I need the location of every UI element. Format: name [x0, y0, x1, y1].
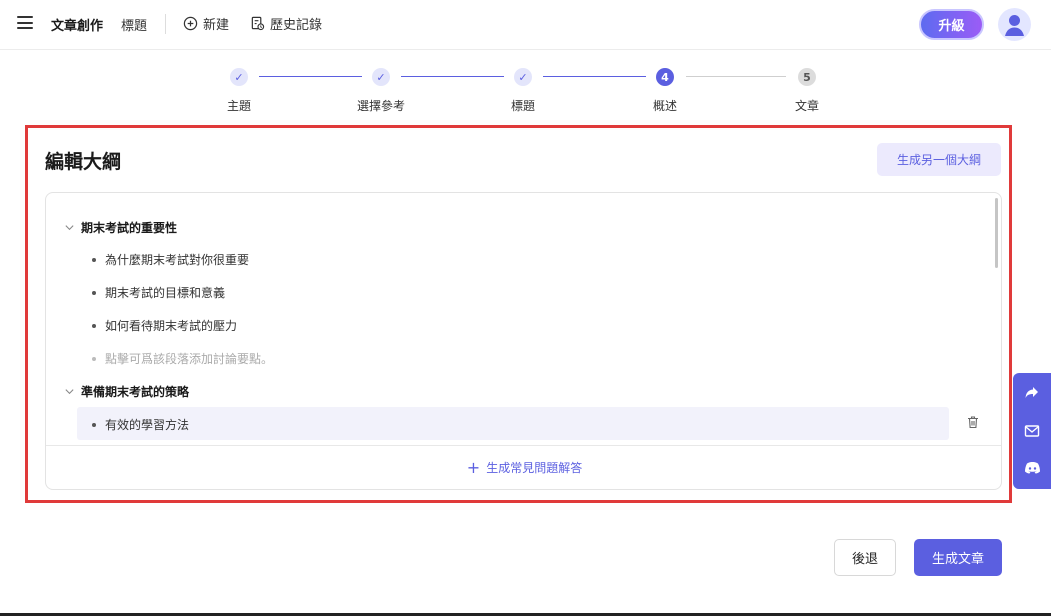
add-point-hint-text: 點擊可爲該段落添加討論要點。	[105, 352, 274, 366]
outline-point[interactable]: 期末考試的目標和意義	[92, 284, 225, 301]
step-5-label: 文章	[794, 99, 819, 113]
history-button[interactable]: 歷史記錄	[250, 14, 322, 33]
new-button-label: 新建	[203, 18, 230, 33]
app-title: 文章創作	[51, 19, 104, 34]
bullet-dot	[92, 290, 96, 295]
page-title: 編輯大綱	[45, 151, 122, 173]
floating-action-rail	[1013, 373, 1051, 489]
discord-icon[interactable]	[1023, 459, 1041, 477]
back-button[interactable]: 後退	[834, 539, 896, 576]
history-button-label: 歷史記錄	[270, 18, 323, 33]
generate-faq-label: 生成常見問題解答	[486, 461, 583, 475]
section-heading-text: 期末考試的重要性	[81, 221, 178, 235]
outline-point-text: 為什麼期末考試對你很重要	[105, 253, 250, 267]
scrollbar[interactable]	[995, 198, 998, 268]
breadcrumb-title[interactable]: 標題	[121, 15, 147, 34]
trash-icon[interactable]	[966, 415, 980, 433]
add-point-placeholder[interactable]: 點擊可爲該段落添加討論要點。	[92, 350, 273, 367]
outline-point[interactable]: 如何看待期末考試的壓力	[92, 317, 237, 334]
step-1-check-icon: ✓	[230, 68, 248, 86]
step-4-number: 4	[656, 68, 674, 86]
plus-circle-icon	[183, 16, 198, 31]
top-bar: 文章創作 標題 新建 歷史記錄 升級	[0, 0, 1051, 50]
bullet-dot	[92, 422, 96, 427]
section-heading-text: 準備期末考試的策略	[81, 385, 190, 399]
generate-article-button[interactable]: 生成文章	[914, 539, 1002, 576]
header-divider	[165, 14, 166, 34]
outline-editor: 期末考試的重要性 為什麼期末考試對你很重要 期末考試的目標和意義 如何看待期末考…	[45, 192, 1002, 490]
plus-icon: +	[466, 458, 481, 477]
upgrade-button[interactable]: 升級	[919, 9, 984, 40]
step-connector	[259, 76, 362, 77]
step-2-check-icon: ✓	[372, 68, 390, 86]
history-doc-icon	[250, 16, 265, 31]
section-heading[interactable]: 期末考試的重要性	[64, 219, 177, 236]
step-connector	[543, 76, 646, 77]
outline-point[interactable]: 有效的學習方法	[92, 416, 189, 433]
progress-stepper: ✓ ✓ ✓ 4 5 主題 選擇參考 標題 概述 文章	[0, 60, 1051, 120]
step-2-label: 選擇參考	[356, 99, 405, 113]
chevron-down-icon[interactable]	[64, 386, 75, 397]
user-avatar-icon[interactable]	[998, 8, 1031, 41]
step-5-number: 5	[798, 68, 816, 86]
step-3-check-icon: ✓	[514, 68, 532, 86]
generate-faq-button[interactable]: + 生成常見問題解答	[46, 458, 1001, 477]
section-heading[interactable]: 準備期末考試的策略	[64, 383, 189, 400]
step-connector	[686, 76, 786, 77]
share-icon[interactable]	[1023, 383, 1041, 401]
bullet-dot	[92, 356, 96, 361]
outline-point[interactable]: 為什麼期末考試對你很重要	[92, 251, 249, 268]
card-divider	[46, 445, 1001, 446]
bullet-dot	[92, 257, 96, 262]
hovered-row-background	[77, 407, 949, 440]
outline-point-text: 如何看待期末考試的壓力	[105, 319, 238, 333]
outline-point-text: 期末考試的目標和意義	[105, 286, 226, 300]
outline-point-text: 有效的學習方法	[105, 418, 190, 432]
step-4-label: 概述	[652, 99, 677, 113]
regenerate-outline-button[interactable]: 生成另一個大綱	[877, 143, 1001, 176]
chevron-down-icon[interactable]	[64, 222, 75, 233]
step-1-label: 主題	[226, 99, 251, 113]
step-connector	[401, 76, 504, 77]
mail-icon[interactable]	[1023, 422, 1041, 440]
hamburger-menu-icon[interactable]	[17, 16, 33, 29]
new-button[interactable]: 新建	[183, 14, 229, 33]
step-3-label: 標題	[510, 99, 535, 113]
bullet-dot	[92, 323, 96, 328]
